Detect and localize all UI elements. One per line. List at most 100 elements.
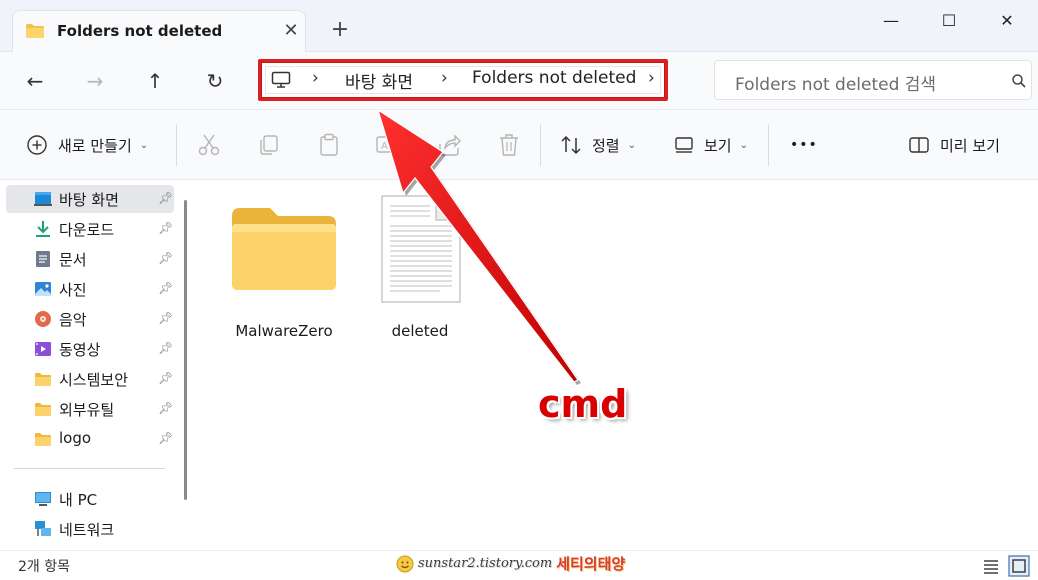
pin-icon: 📌︎ — [158, 371, 174, 385]
search-input[interactable]: Folders not deleted 검색 — [735, 70, 936, 95]
sidebar-item-external-utils[interactable]: 외부유틸 📌︎ — [6, 395, 174, 423]
chevron-right-icon[interactable]: › — [648, 68, 655, 88]
pin-icon: 📌︎ — [158, 221, 174, 235]
copy-icon[interactable] — [256, 132, 282, 158]
file-list-area[interactable]: MalwareZero deleted — [198, 180, 1038, 550]
breadcrumb-current-folder[interactable]: Folders not deleted — [472, 68, 636, 88]
pin-icon: 📌︎ — [158, 251, 174, 265]
annotation-label: cmd — [538, 382, 628, 426]
sidebar-item-label: 내 PC — [59, 491, 98, 509]
forward-button[interactable]: → — [80, 66, 110, 96]
desktop-icon — [34, 192, 52, 206]
folder-icon — [35, 403, 51, 416]
sidebar-item-downloads[interactable]: 다운로드 📌︎ — [6, 215, 174, 243]
pin-icon: 📌︎ — [158, 401, 174, 415]
pc-icon — [35, 492, 51, 506]
minimize-button[interactable]: — — [868, 6, 914, 36]
sidebar-item-logo[interactable]: logo 📌︎ — [6, 425, 174, 453]
text-file-icon — [381, 195, 461, 303]
close-window-button[interactable]: ✕ — [984, 6, 1030, 36]
sort-icon — [561, 135, 581, 155]
sort-button[interactable]: 정렬 ⌄ — [560, 130, 636, 160]
search-box[interactable]: Folders not deleted 검색 — [714, 60, 1032, 100]
sidebar-item-label: 시스템보안 — [59, 371, 129, 389]
new-label: 새로 만들기 — [58, 136, 132, 155]
music-icon — [35, 311, 51, 327]
sidebar-item-label: 네트워크 — [59, 521, 115, 539]
share-icon[interactable] — [436, 132, 462, 158]
command-bar: 새로 만들기 ⌄ A 정렬 ⌄ 보기 ⌄ ••• 미리 보기 — [0, 110, 1038, 180]
paste-icon[interactable] — [316, 132, 342, 158]
pc-icon — [271, 71, 291, 88]
pin-icon: 📌︎ — [158, 341, 174, 355]
folder-icon — [35, 373, 51, 386]
chevron-down-icon: ⌄ — [627, 139, 636, 151]
pin-icon: 📌︎ — [158, 191, 174, 205]
view-icon — [675, 137, 693, 153]
cut-icon[interactable] — [196, 132, 222, 158]
sidebar-item-system-security[interactable]: 시스템보안 📌︎ — [6, 365, 174, 393]
status-bar: 2개 항목 sunstar2.tistory.com 세티의태양 — [0, 550, 1038, 580]
maximize-button[interactable]: ☐ — [926, 6, 972, 36]
svg-text:A: A — [381, 141, 388, 152]
sidebar-item-label: 문서 — [59, 251, 87, 269]
rename-icon[interactable]: A — [374, 132, 400, 158]
sidebar-item-pictures[interactable]: 사진 📌︎ — [6, 275, 174, 303]
file-name: MalwareZero — [235, 322, 333, 340]
pin-icon: 📌︎ — [158, 281, 174, 295]
chevron-right-icon: › — [312, 68, 319, 88]
large-icons-view-icon[interactable] — [1008, 555, 1030, 577]
sidebar-item-videos[interactable]: 동영상 📌︎ — [6, 335, 174, 363]
sidebar-item-desktop[interactable]: 바탕 화면 📌︎ — [6, 185, 174, 213]
sidebar-item-label: 다운로드 — [59, 221, 115, 239]
sidebar-item-label: 바탕 화면 — [59, 191, 119, 209]
refresh-button[interactable]: ↻ — [200, 66, 230, 96]
video-icon — [35, 342, 51, 356]
sidebar-scrollbar[interactable] — [184, 200, 187, 500]
breadcrumb-desktop[interactable]: 바탕 화면 — [345, 68, 413, 93]
watermark-name: 세티의태양 — [556, 555, 626, 573]
sidebar-divider — [14, 468, 165, 469]
title-bar: Folders not deleted ✕ + — ☐ ✕ — [0, 0, 1038, 53]
view-button[interactable]: 보기 ⌄ — [674, 130, 748, 160]
pin-icon: 📌︎ — [158, 431, 174, 445]
sidebar-item-music[interactable]: 음악 📌︎ — [6, 305, 174, 333]
preview-pane-button[interactable]: 미리 보기 — [908, 130, 1000, 160]
file-name: deleted — [391, 322, 449, 340]
file-item-deleted[interactable]: deleted — [360, 190, 480, 340]
sidebar-item-label: 사진 — [59, 281, 87, 299]
folder-icon — [26, 24, 44, 38]
sidebar-item-this-pc[interactable]: 내 PC — [6, 485, 174, 513]
sidebar-item-label: 음악 — [59, 311, 87, 329]
delete-icon[interactable] — [496, 132, 522, 158]
folder-icon — [35, 433, 51, 446]
more-options-button[interactable]: ••• — [790, 130, 818, 160]
folder-icon — [232, 208, 336, 290]
pictures-icon — [35, 282, 51, 296]
address-bar[interactable]: › 바탕 화면 › Folders not deleted › — [258, 59, 668, 101]
preview-label: 미리 보기 — [940, 136, 1000, 155]
back-button[interactable]: ← — [20, 66, 50, 96]
download-icon — [36, 221, 50, 237]
sidebar-item-network[interactable]: 네트워크 — [6, 515, 174, 543]
pin-icon: 📌︎ — [158, 311, 174, 325]
watermark: sunstar2.tistory.com 세티의태양 — [396, 553, 625, 574]
details-view-icon[interactable] — [980, 555, 1002, 577]
view-label: 보기 — [704, 136, 732, 155]
tab-folders-not-deleted[interactable]: Folders not deleted ✕ — [12, 10, 306, 53]
tab-title: Folders not deleted — [57, 22, 223, 40]
item-count: 2개 항목 — [18, 559, 70, 575]
new-tab-button[interactable]: + — [328, 18, 352, 42]
chevron-down-icon: ⌄ — [139, 139, 149, 151]
navigation-bar: ← → ↑ ↻ › 바탕 화면 › Folders not deleted › … — [0, 52, 1038, 110]
document-icon — [36, 251, 50, 267]
plus-circle-icon — [27, 135, 47, 155]
sidebar-item-label: 동영상 — [59, 341, 101, 359]
new-button[interactable]: 새로 만들기 ⌄ — [26, 130, 148, 160]
preview-pane-icon — [909, 137, 929, 153]
watermark-url: sunstar2.tistory.com — [418, 556, 553, 571]
up-button[interactable]: ↑ — [140, 66, 170, 96]
sidebar-item-documents[interactable]: 문서 📌︎ — [6, 245, 174, 273]
tab-close-button[interactable]: ✕ — [279, 19, 303, 43]
file-item-folder[interactable]: MalwareZero — [224, 190, 344, 340]
